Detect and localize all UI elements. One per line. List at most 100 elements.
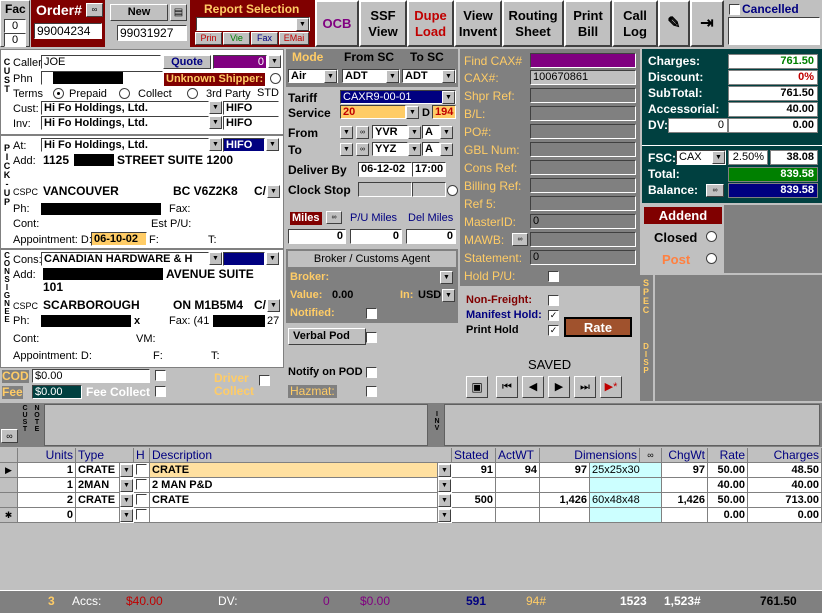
- unknown-shipper-radio[interactable]: [270, 73, 281, 84]
- new-button[interactable]: New: [110, 4, 168, 21]
- chevron-down-icon[interactable]: ▼: [209, 116, 222, 129]
- deliver-date-field[interactable]: 06-12-02: [358, 162, 412, 177]
- verbal-pod-button[interactable]: Verbal Pod: [288, 328, 366, 345]
- cell-stated[interactable]: [452, 508, 496, 523]
- cell-actwt[interactable]: 94: [496, 463, 540, 478]
- del-miles-field[interactable]: 0: [406, 229, 456, 244]
- driver-collect-checkbox[interactable]: [259, 375, 270, 386]
- cax-field[interactable]: 100670861: [530, 70, 636, 85]
- cell-dimw[interactable]: 97: [540, 463, 590, 478]
- row-selector[interactable]: [0, 478, 18, 493]
- cell-charges[interactable]: 0.00: [748, 508, 822, 523]
- exit-door-icon[interactable]: ⇥: [690, 0, 724, 47]
- cell-chgwt[interactable]: [662, 508, 708, 523]
- cell-h[interactable]: [134, 463, 150, 478]
- cell-type[interactable]: CRATE: [76, 463, 120, 478]
- consignee-address-street[interactable]: AVENUE SUITE: [166, 268, 254, 281]
- cell-units[interactable]: 0: [18, 508, 76, 523]
- cell-stated[interactable]: 500: [452, 493, 496, 508]
- chevron-down-icon[interactable]: ▼: [266, 138, 279, 151]
- to-city-field[interactable]: YYZ: [372, 142, 408, 156]
- next-record-icon[interactable]: ▶: [548, 376, 570, 398]
- cons-ref-field[interactable]: [530, 160, 636, 175]
- miles-field[interactable]: 0: [288, 229, 346, 244]
- dv-value[interactable]: 0: [668, 118, 728, 133]
- first-record-icon[interactable]: ⏮: [496, 376, 518, 398]
- consignee-city[interactable]: SCARBOROUGH: [43, 299, 140, 312]
- consignee-field[interactable]: CANADIAN HARDWARE & H: [41, 252, 209, 266]
- cell-rate[interactable]: 50.00: [708, 493, 748, 508]
- glasses-icon[interactable]: ∞: [1, 429, 18, 443]
- cell-desc[interactable]: 2 MAN P&D: [150, 478, 438, 493]
- cell-rate[interactable]: 50.00: [708, 463, 748, 478]
- cell-dimw[interactable]: [540, 508, 590, 523]
- cell-units[interactable]: 1: [18, 463, 76, 478]
- cell-dims[interactable]: 25x25x30: [590, 463, 662, 478]
- chevron-down-icon[interactable]: ▼: [406, 106, 419, 119]
- tariff-select[interactable]: CAXR9-00-01: [340, 90, 456, 104]
- table-row[interactable]: ▶ 1 CRATE ▼ CRATE ▼ 91 94 97 25x25x30 97 50.00 48.50: [0, 463, 822, 478]
- chevron-down-icon[interactable]: ▼: [209, 138, 222, 151]
- chevron-down-icon[interactable]: ▼: [267, 299, 280, 312]
- service-select[interactable]: 20: [340, 105, 406, 119]
- chevron-down-icon[interactable]: ▼: [442, 70, 455, 83]
- binoculars-icon[interactable]: ∞: [356, 143, 369, 156]
- d-field[interactable]: 194: [432, 105, 456, 119]
- chevron-down-icon[interactable]: ▼: [209, 252, 222, 265]
- cell-dimw[interactable]: [540, 478, 590, 493]
- cell-desc[interactable]: CRATE: [150, 463, 438, 478]
- pickup-code-field[interactable]: HIFO: [223, 138, 265, 152]
- cell-desc[interactable]: [150, 508, 438, 523]
- fac-field-1[interactable]: 0: [4, 19, 26, 33]
- cell-charges[interactable]: 40.00: [748, 478, 822, 493]
- consignee-address-line2[interactable]: 101: [43, 281, 63, 294]
- cell-charges[interactable]: 713.00: [748, 493, 822, 508]
- chevron-down-icon[interactable]: ▼: [120, 479, 133, 492]
- hazmat-checkbox[interactable]: [366, 386, 377, 397]
- ocb-button[interactable]: OCB: [315, 0, 359, 47]
- cell-h[interactable]: [134, 493, 150, 508]
- chevron-down-icon[interactable]: ▼: [438, 479, 451, 492]
- cell-h[interactable]: [134, 478, 150, 493]
- fac-field-2[interactable]: 0: [4, 33, 26, 47]
- hazmat-row-checkbox[interactable]: [136, 494, 147, 505]
- cell-chgwt[interactable]: [662, 478, 708, 493]
- cell-actwt[interactable]: [496, 508, 540, 523]
- chevron-down-icon[interactable]: ▼: [209, 101, 222, 114]
- cod-field[interactable]: $0.00: [32, 369, 150, 383]
- pu-miles-field[interactable]: 0: [350, 229, 402, 244]
- from-city-field[interactable]: YVR: [372, 125, 408, 139]
- master-id-field[interactable]: 0: [530, 214, 636, 229]
- cancelled-notes[interactable]: [728, 17, 820, 45]
- hazmat-row-checkbox[interactable]: [136, 509, 147, 520]
- hold-pu-checkbox[interactable]: [548, 271, 559, 282]
- chevron-down-icon[interactable]: ▼: [120, 509, 133, 522]
- caller-field[interactable]: JOE: [41, 55, 161, 69]
- routing-sheet-button[interactable]: Routing Sheet: [502, 0, 564, 47]
- cell-stated[interactable]: 91: [452, 463, 496, 478]
- last-record-icon[interactable]: ⏭: [574, 376, 596, 398]
- chevron-down-icon[interactable]: ▼: [408, 126, 421, 139]
- invoice-field[interactable]: Hi Fo Holdings, Ltd.: [41, 116, 209, 130]
- prev-record-icon[interactable]: ◀: [522, 376, 544, 398]
- call-log-button[interactable]: Call Log: [612, 0, 658, 47]
- cust-note-field[interactable]: [44, 404, 428, 446]
- chevron-down-icon[interactable]: ▼: [442, 91, 455, 104]
- clock-stop-field-2[interactable]: [412, 182, 446, 197]
- email-report-button[interactable]: EMai: [279, 32, 309, 45]
- cell-rate[interactable]: 40.00: [708, 478, 748, 493]
- print-report-button[interactable]: Prin: [195, 32, 222, 45]
- row-selector[interactable]: ✱: [0, 508, 18, 523]
- chevron-down-icon[interactable]: ▼: [340, 126, 353, 139]
- cell-desc[interactable]: CRATE: [150, 493, 438, 508]
- cell-dims[interactable]: [590, 478, 662, 493]
- lookup-icon[interactable]: ∞: [512, 233, 528, 246]
- chevron-down-icon[interactable]: ▼: [266, 252, 279, 265]
- cell-dims[interactable]: 60x48x48: [590, 493, 662, 508]
- rate-button[interactable]: Rate: [564, 317, 632, 337]
- pickup-city[interactable]: VANCOUVER: [43, 185, 119, 198]
- prepaid-radio[interactable]: [53, 88, 64, 99]
- mawb-field[interactable]: [530, 232, 636, 247]
- chevron-down-icon[interactable]: ▼: [267, 185, 280, 198]
- chevron-down-icon[interactable]: ▼: [296, 18, 309, 31]
